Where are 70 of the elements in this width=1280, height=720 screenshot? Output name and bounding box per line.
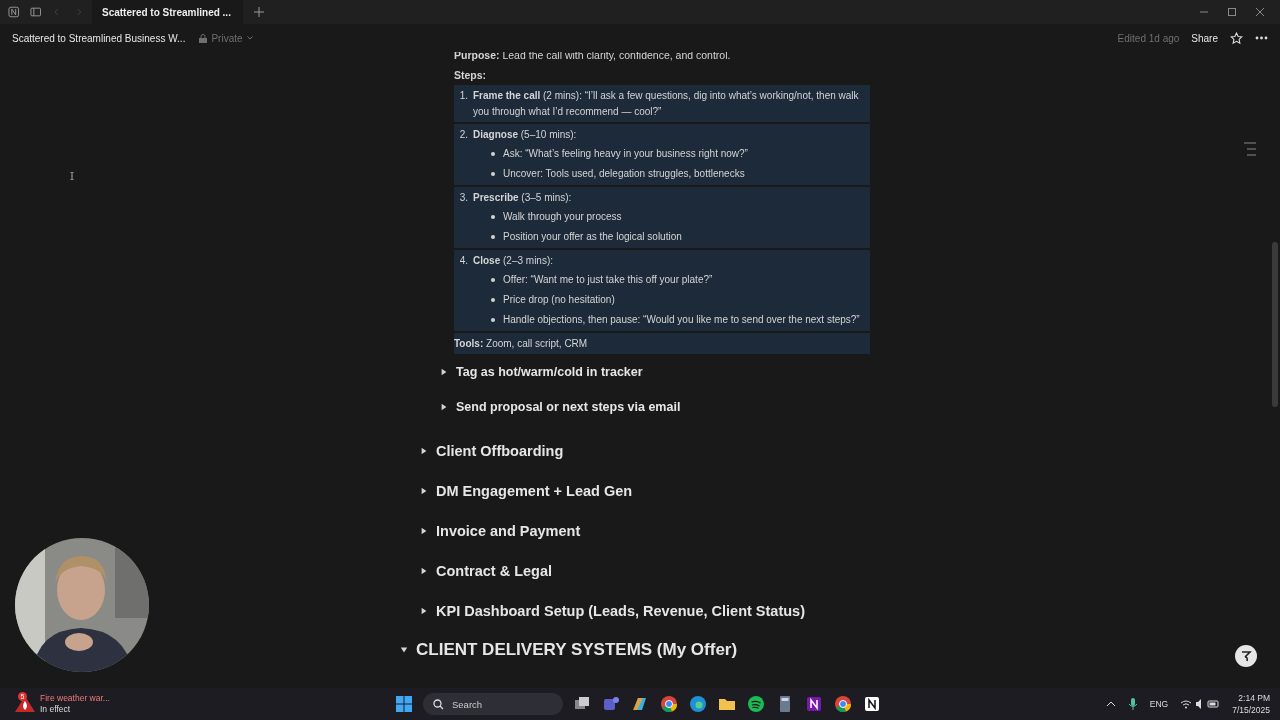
caret-right-icon[interactable] (440, 367, 448, 376)
clock-date[interactable]: 7/15/2025 (1232, 704, 1270, 716)
chevron-up-icon[interactable] (1105, 700, 1116, 708)
step-text: Prescribe (3–5 mins): (473, 191, 572, 205)
share-button[interactable]: Share (1191, 32, 1218, 44)
step-text: Diagnose (5–10 mins): (473, 128, 577, 142)
toggle-heading[interactable]: Invoice and Payment (436, 523, 581, 539)
toggle-heading[interactable]: Client Offboarding (436, 443, 564, 459)
bullet-text: Ask: “What’s feeling heavy in your business right now?” (503, 147, 748, 161)
caret-right-icon[interactable] (420, 607, 428, 615)
bullet-icon (491, 172, 495, 176)
bullet-text: Price drop (no hesitation) (503, 293, 615, 307)
privacy-label[interactable]: Private (211, 32, 243, 44)
bullet-icon (491, 215, 495, 219)
bullet-text: Handle objections, then pause: “Would you like me to send over the next steps?” (503, 313, 860, 327)
search-field[interactable]: Search (423, 693, 563, 715)
search-icon (433, 698, 444, 710)
app-logo-icon[interactable] (862, 694, 882, 714)
lock-icon (199, 33, 208, 43)
step-number: 1. (458, 89, 468, 103)
clock-time[interactable]: 2:14 PM (1238, 692, 1270, 704)
language-indicator[interactable]: ENG (1149, 699, 1169, 709)
close-icon[interactable] (1254, 6, 1266, 18)
bullet-text: Walk through your process (503, 210, 622, 224)
sidebar-toggle-icon[interactable] (29, 6, 41, 18)
caret-right-icon[interactable] (420, 447, 428, 455)
bullet-icon (491, 152, 495, 156)
chevron-down-icon[interactable] (246, 36, 253, 40)
step-text: Frame the call (2 mins): “I’ll ask a few questions, dig into what’s working/not, then walk you through what I’d recommend — cool?” (473, 89, 860, 119)
more-icon[interactable] (1255, 36, 1268, 40)
toggle-heading[interactable]: Tag as hot/warm/cold in tracker (456, 364, 643, 379)
alert-title[interactable]: Fire weather war... (40, 693, 110, 704)
start-icon[interactable] (394, 694, 414, 714)
caret-right-icon[interactable] (420, 567, 428, 575)
caret-right-icon[interactable] (420, 527, 428, 535)
help-icon[interactable] (1234, 644, 1258, 668)
browser-tab[interactable]: Scattered to Streamlined ... (92, 0, 243, 24)
caret-right-icon[interactable] (440, 402, 448, 411)
caret-right-icon[interactable] (420, 487, 428, 495)
tools-text: Tools: Zoom, call script, CRM (454, 333, 870, 354)
system-status-icon[interactable] (1180, 698, 1221, 710)
toggle-heading[interactable]: Contract & Legal (436, 563, 552, 579)
bullet-icon (491, 298, 495, 302)
toggle-heading[interactable]: Send proposal or next steps via email (456, 399, 681, 414)
maximize-icon[interactable] (1226, 6, 1238, 18)
step-number: 2. (458, 128, 468, 142)
purpose-text: Purpose: Lead the call with clarity, confidence, and control. (454, 52, 732, 62)
bullet-text: Offer: “Want me to just take this off your plate?” (503, 273, 713, 287)
bullet-icon (491, 278, 495, 282)
toggle-heading[interactable]: KPI Dashboard Setup (Leads, Revenue, Client Status) (436, 603, 805, 619)
bullet-icon (491, 318, 495, 322)
star-icon[interactable] (1230, 31, 1243, 45)
scrollbar-thumb[interactable] (1272, 242, 1278, 407)
steps-label: Steps: (454, 69, 488, 81)
microphone-icon[interactable] (1127, 697, 1138, 711)
step-text: Close (2–3 mins): (473, 254, 554, 268)
bullet-icon (491, 235, 495, 239)
edited-label: Edited 1d ago (1117, 32, 1180, 44)
section-heading[interactable]: CLIENT DELIVERY SYSTEMS (My Offer) (416, 639, 738, 661)
page-title[interactable]: Scattered to Streamlined Business W... (12, 32, 186, 44)
bullet-text: Position your offer as the logical solution (503, 230, 682, 244)
new-tab-icon[interactable] (252, 6, 265, 18)
notebook-icon[interactable] (804, 694, 824, 714)
toggle-heading[interactable]: DM Engagement + Lead Gen (436, 483, 633, 499)
step-number: 4. (458, 254, 468, 268)
step-number: 3. (458, 191, 468, 205)
alert-status: In effect (40, 704, 72, 715)
bullet-text: Uncover: Tools used, delegation struggles, bottlenecks (503, 167, 745, 181)
cursor-icon (69, 172, 75, 180)
caret-down-icon[interactable] (400, 646, 408, 654)
